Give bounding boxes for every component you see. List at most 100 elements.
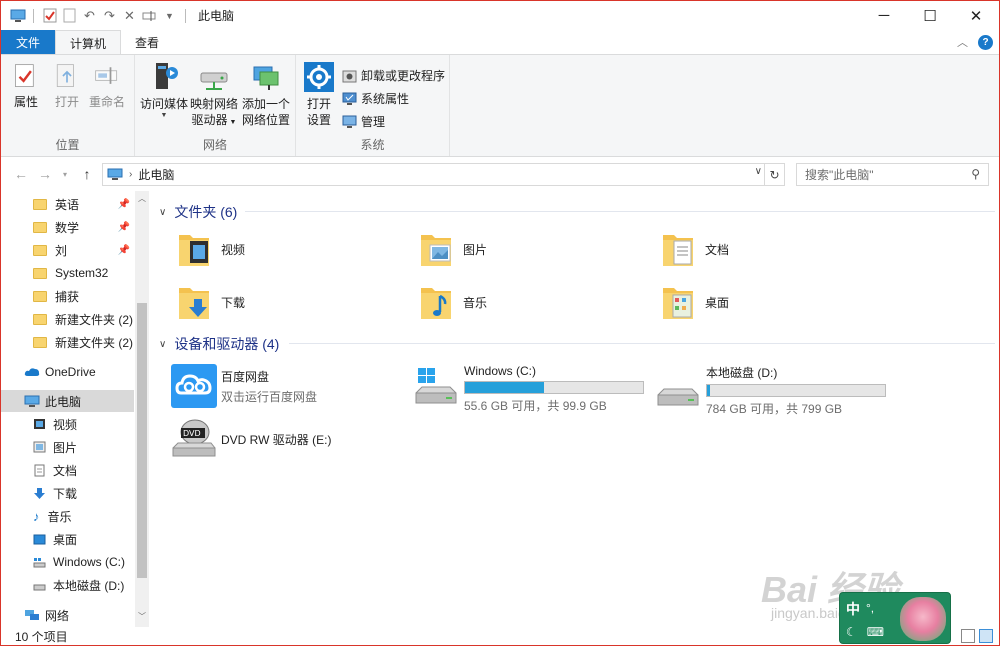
refresh-icon[interactable]: ↻ [764, 164, 784, 185]
back-arrow-icon[interactable]: ← [11, 164, 31, 184]
section-folders-header[interactable]: ∨ 文件夹 (6) [159, 202, 237, 222]
drive-icon [33, 584, 46, 590]
breadcrumb-this-pc[interactable]: 此电脑 [138, 166, 174, 183]
recent-locations-icon[interactable]: ▾ [55, 164, 75, 184]
nav-item-downloads[interactable]: 下载 [1, 482, 134, 504]
folder-tile-downloads[interactable]: 下载 [178, 282, 245, 322]
new-folder-icon[interactable] [61, 7, 78, 24]
uninstall-label: 卸载或更改程序 [361, 69, 446, 83]
ime-language-indicator[interactable]: 中 [846, 599, 860, 619]
properties-icon[interactable] [41, 7, 58, 24]
breadcrumb-chevron-icon[interactable]: › [129, 169, 132, 180]
properties-check-icon [15, 64, 34, 87]
nav-label: 本地磁盘 (D:) [53, 578, 125, 593]
device-tile-drive-d[interactable]: 本地磁盘 (D:) 784 GB 可用，共 799 GB [656, 364, 886, 417]
properties-label: 属性 [13, 95, 38, 109]
close-button[interactable]: ✕ [953, 1, 999, 30]
baidu-netdisk-icon [171, 364, 217, 408]
collapse-caret-icon[interactable]: ∨ [159, 339, 166, 350]
nav-item-math[interactable]: 数学 📌 [1, 216, 134, 238]
folder-tile-desktop[interactable]: 桌面 [662, 282, 729, 322]
customize-dropdown-icon[interactable]: ▼ [161, 7, 178, 24]
manage-button[interactable]: 管理 [342, 113, 385, 130]
device-tile-dvd[interactable]: DVD DVD RW 驱动器 (E:) [171, 418, 331, 460]
rename-icon[interactable] [141, 7, 158, 24]
folder-label: 视频 [221, 242, 246, 257]
rename-button[interactable]: 重命名 [89, 61, 125, 110]
address-bar[interactable]: › 此电脑 ∨ ↻ [102, 163, 785, 186]
nav-item-new-folder-2[interactable]: 新建文件夹 (2) [1, 331, 134, 353]
details-view-icon[interactable] [961, 629, 975, 643]
minimize-button[interactable]: ─ [861, 1, 907, 30]
delete-icon[interactable]: ✕ [121, 7, 138, 24]
search-input[interactable]: 搜索"此电脑" ⚲ [796, 163, 989, 186]
nav-label: 下载 [53, 486, 78, 501]
properties-button[interactable]: 属性 [11, 61, 41, 110]
scroll-thumb[interactable] [137, 303, 147, 578]
map-drive-label-1: 映射网络 [189, 97, 238, 111]
group-label-location: 位置 [55, 138, 80, 152]
nav-item-liu[interactable]: 刘 📌 [1, 239, 134, 261]
nav-label: OneDrive [45, 365, 96, 379]
folder-tile-documents[interactable]: 文档 [662, 229, 729, 269]
nav-item-capture[interactable]: 捕获 [1, 285, 134, 307]
collapse-caret-icon[interactable]: ∨ [159, 207, 166, 218]
up-arrow-icon[interactable]: ↑ [77, 164, 97, 184]
add-network-location-button[interactable]: 添加一个 网络位置 [239, 61, 293, 128]
nav-item-videos[interactable]: 视频 [1, 413, 134, 435]
open-button[interactable]: 打开 [52, 61, 82, 110]
pin-icon: 📌 [117, 221, 130, 233]
uninstall-programs-button[interactable]: 卸载或更改程序 [342, 67, 445, 84]
search-icon[interactable]: ⚲ [971, 167, 980, 181]
folder-tile-videos[interactable]: 视频 [178, 229, 245, 269]
forward-arrow-icon[interactable]: → [35, 164, 55, 184]
access-media-label: 访问媒体 [139, 97, 188, 111]
system-properties-button[interactable]: 系统属性 [342, 90, 409, 107]
tiles-view-icon[interactable] [979, 629, 993, 643]
map-network-drive-button[interactable]: 映射网络 驱动器 ▼ [189, 61, 239, 131]
nav-item-desktop[interactable]: 桌面 [1, 528, 134, 550]
device-tile-drive-c[interactable]: Windows (C:) 55.6 GB 可用，共 99.9 GB [414, 364, 644, 414]
nav-item-english[interactable]: 英语 📌 [1, 193, 134, 215]
nav-item-new-folder-1[interactable]: 新建文件夹 (2) [1, 308, 134, 330]
rename-label: 重命名 [89, 95, 126, 109]
nav-item-drive-d[interactable]: 本地磁盘 (D:) [1, 574, 134, 596]
nav-item-onedrive[interactable]: OneDrive [1, 361, 134, 383]
nav-label: 文档 [53, 463, 78, 478]
folder-tile-pictures[interactable]: 图片 [420, 229, 487, 269]
nav-item-network[interactable]: 网络 [1, 604, 134, 626]
redo-icon[interactable]: ↷ [101, 7, 118, 24]
nav-item-this-pc[interactable]: 此电脑 [1, 390, 134, 412]
pc-icon [24, 395, 40, 407]
help-icon[interactable]: ? [978, 34, 993, 50]
nav-item-system32[interactable]: System32 [1, 262, 134, 284]
ribbon: 属性 打开 重命名 位置 访问媒体 ▼ 映射网络 驱动器 ▼ 添加一个 网络位置… [1, 54, 999, 157]
scroll-down-icon[interactable]: ﹀ [137, 611, 147, 623]
tab-computer[interactable]: 计算机 [55, 30, 122, 55]
nav-item-drive-c[interactable]: Windows (C:) [1, 551, 134, 573]
undo-icon[interactable]: ↶ [81, 7, 98, 24]
nav-item-pictures[interactable]: 图片 [1, 436, 134, 458]
section-devices-header[interactable]: ∨ 设备和驱动器 (4) [159, 334, 279, 354]
device-tile-baidu-netdisk[interactable]: 百度网盘 双击运行百度网盘 [171, 364, 317, 408]
folder-label: 下载 [221, 295, 246, 310]
open-settings-button[interactable]: 打开 设置 [302, 61, 336, 128]
ime-punctuation-indicator[interactable]: °, [866, 601, 874, 615]
folder-tile-music[interactable]: 音乐 [420, 282, 487, 322]
dvd-drive-icon: DVD [172, 419, 216, 457]
nav-scrollbar[interactable]: ︿ ﹀ [135, 191, 149, 627]
nav-item-music[interactable]: ♪ 音乐 [1, 505, 134, 527]
collapse-ribbon-icon[interactable]: ︿ [957, 34, 968, 50]
maximize-button[interactable]: ☐ [907, 1, 953, 30]
manage-icon [342, 115, 357, 128]
pc-address-icon [107, 168, 123, 180]
tab-file[interactable]: 文件 [1, 30, 56, 54]
folder-icon [33, 198, 47, 210]
address-dropdown-icon[interactable]: ∨ [755, 166, 762, 177]
scroll-up-icon[interactable]: ︿ [137, 193, 147, 205]
folder-label: 文档 [705, 242, 730, 257]
nav-item-documents[interactable]: 文档 [1, 459, 134, 481]
tab-view[interactable]: 查看 [121, 30, 173, 54]
access-media-button[interactable]: 访问媒体 ▼ [139, 61, 189, 120]
device-name: DVD RW 驱动器 (E:) [221, 432, 332, 447]
